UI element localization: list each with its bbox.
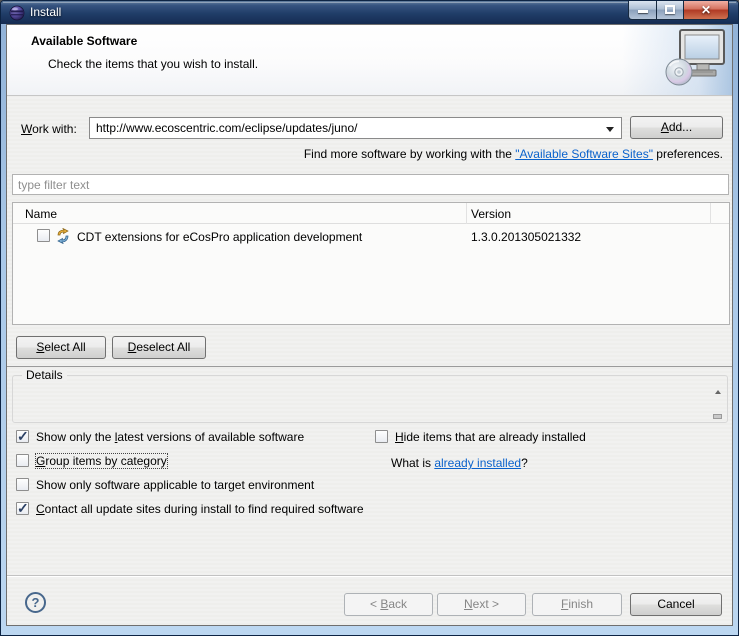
- column-divider[interactable]: [710, 203, 711, 224]
- title-bar[interactable]: Install ✕: [1, 1, 738, 24]
- already-installed-link[interactable]: already installed: [434, 456, 521, 470]
- select-all-button[interactable]: Select All: [16, 336, 106, 359]
- deselect-all-button[interactable]: Deselect All: [112, 336, 206, 359]
- update-site-url: http://www.ecoscentric.com/eclipse/updat…: [96, 121, 358, 135]
- update-site-combobox[interactable]: http://www.ecoscentric.com/eclipse/updat…: [89, 117, 622, 139]
- maximize-icon: [665, 5, 675, 14]
- dialog-client-area: Available Software Check the items that …: [6, 24, 733, 626]
- page-subtitle: Check the items that you wish to install…: [48, 57, 259, 71]
- eclipse-app-icon: [9, 5, 25, 21]
- checkbox-unchecked[interactable]: [16, 454, 29, 467]
- close-button[interactable]: ✕: [684, 1, 729, 20]
- cancel-button[interactable]: Cancel: [630, 593, 722, 616]
- window-title: Install: [30, 5, 62, 19]
- checkbox-checked[interactable]: [16, 428, 29, 445]
- caption-buttons: ✕: [628, 1, 729, 20]
- available-software-sites-link[interactable]: "Available Software Sites": [515, 147, 653, 161]
- option-target-environment[interactable]: Show only software applicable to target …: [16, 478, 314, 492]
- help-icon[interactable]: ?: [25, 592, 46, 613]
- option-show-latest[interactable]: Show only the latest versions of availab…: [16, 428, 304, 445]
- chevron-down-icon[interactable]: [606, 127, 614, 132]
- software-table[interactable]: Name Version CDT extensions for eCosPro …: [12, 202, 730, 325]
- row-checkbox[interactable]: [37, 229, 50, 242]
- checkbox-checked[interactable]: [16, 500, 29, 517]
- work-with-label: Work with:: [21, 122, 77, 136]
- row-feature-name[interactable]: CDT extensions for eCosPro application d…: [77, 230, 362, 244]
- page-title: Available Software: [31, 34, 138, 48]
- feature-icon: [57, 228, 69, 244]
- details-legend: Details: [22, 368, 67, 382]
- horizontal-separator: [7, 366, 732, 367]
- option-group-by-category[interactable]: Group items by category: [16, 453, 168, 469]
- minimize-button[interactable]: [628, 1, 657, 20]
- scroll-thumb[interactable]: [713, 414, 722, 419]
- what-is-installed-text: What is already installed?: [391, 456, 528, 470]
- option-hide-installed[interactable]: Hide items that are already installed: [375, 430, 586, 444]
- details-group: Details: [12, 368, 728, 423]
- minimize-icon: [638, 10, 648, 13]
- maximize-button[interactable]: [657, 1, 684, 20]
- close-icon: ✕: [700, 3, 712, 17]
- option-contact-all-sites[interactable]: Contact all update sites during install …: [16, 500, 364, 517]
- install-dialog-window: Install ✕ Available Software Check the i…: [0, 0, 739, 636]
- install-software-icon: [665, 29, 725, 86]
- column-divider[interactable]: [466, 203, 467, 224]
- checkbox-unchecked[interactable]: [375, 430, 388, 443]
- scroll-up-icon[interactable]: [714, 390, 721, 394]
- footer-separator: [7, 575, 732, 577]
- table-row[interactable]: CDT extensions for eCosPro application d…: [13, 228, 729, 246]
- details-scrollbar[interactable]: [711, 390, 724, 419]
- wizard-header: Available Software Check the items that …: [7, 25, 732, 96]
- column-header-version[interactable]: Version: [471, 207, 511, 221]
- table-header[interactable]: Name Version: [13, 203, 729, 224]
- next-button[interactable]: Next >: [437, 593, 526, 616]
- filter-input[interactable]: [12, 174, 729, 195]
- add-site-button[interactable]: Add...: [630, 116, 723, 139]
- finish-button[interactable]: Finish: [532, 593, 622, 616]
- row-feature-version[interactable]: 1.3.0.201305021332: [471, 230, 581, 244]
- find-more-text: Find more software by working with the "…: [303, 147, 723, 161]
- checkbox-unchecked[interactable]: [16, 478, 29, 491]
- column-header-name[interactable]: Name: [25, 207, 57, 221]
- back-button[interactable]: < Back: [344, 593, 433, 616]
